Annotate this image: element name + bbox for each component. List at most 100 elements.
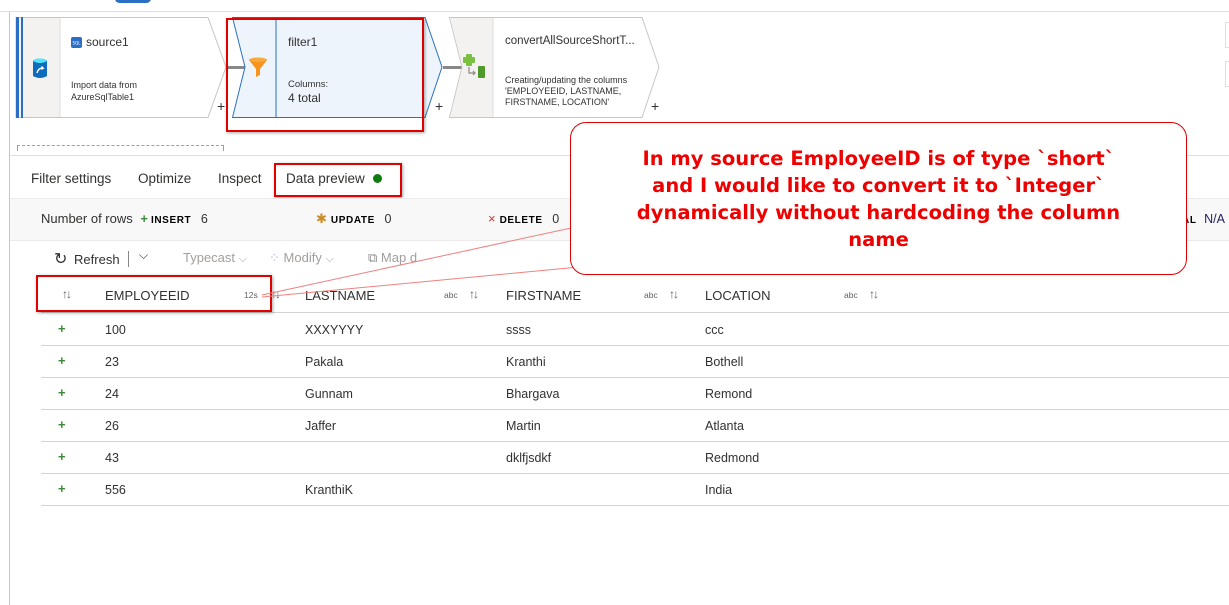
table-row: + 24 Gunnam Bhargava Remond — [41, 378, 1229, 410]
sort-icon[interactable]: ↑↓ — [869, 287, 879, 301]
tab-optimize[interactable]: Optimize — [138, 171, 191, 186]
sort-icon[interactable]: ↑↓ — [469, 287, 479, 301]
table-row: + 43 dklfjsdkf Redmond — [41, 442, 1229, 474]
tab-inspect[interactable]: Inspect — [218, 171, 262, 186]
cell-lastname: XXXYYYY — [305, 323, 364, 337]
pipeline-node-source1[interactable]: SQL source1 Import data from AzureSqlTab… — [15, 17, 230, 119]
cell-employeeid: 26 — [105, 419, 119, 433]
panel-border — [9, 12, 10, 605]
node-title: convertAllSourceShortT... — [505, 35, 635, 47]
highlight-box — [226, 18, 424, 132]
refresh-label: Refresh — [74, 252, 120, 267]
cell-location: India — [705, 483, 733, 497]
update-key: UPDATE — [330, 215, 375, 226]
insert-row-icon: + — [58, 353, 66, 368]
map-drifted-label: Map d — [380, 250, 418, 265]
annotation-line: dynamically without hardcoding the colum… — [636, 201, 1121, 224]
add-transform-button[interactable]: + — [435, 99, 443, 113]
cell-employeeid: 24 — [105, 387, 119, 401]
cell-location: Atlanta — [705, 419, 744, 433]
other-count: N/A — [1204, 212, 1225, 226]
update-count: 0 — [384, 212, 392, 226]
cell-lastname: KranthiK — [305, 483, 353, 497]
modify-button[interactable]: ⁘ Modify ⌵ — [269, 250, 334, 266]
refresh-options-dropdown[interactable]: ⌵ — [139, 248, 148, 263]
cell-lastname: Pakala — [305, 355, 344, 369]
canvas-fit-control[interactable] — [1225, 61, 1229, 87]
table-row: + 100 XXXYYYY ssss ccc — [41, 314, 1229, 346]
sort-icon[interactable]: ↑↓ — [271, 287, 281, 301]
cell-location: Redmond — [705, 451, 760, 465]
insert-row-icon: + — [58, 385, 66, 400]
map-drifted-icon: ⧉ — [368, 250, 378, 265]
chevron-down-icon: ⌵ — [325, 253, 334, 265]
highlight-box — [36, 275, 272, 312]
table-row: + 556 KranthiK India — [41, 474, 1229, 506]
modify-label: Modify — [283, 250, 322, 265]
cell-location: Remond — [705, 387, 753, 401]
map-drifted-button[interactable]: ⧉ Map d — [368, 250, 417, 266]
node-description-line: 'EMPLOYEEID, LASTNAME, — [505, 86, 622, 96]
annotation-line: and I would like to convert it to `Integ… — [652, 174, 1105, 197]
delete-icon: × — [488, 211, 496, 226]
node-description-line: Creating/updating the columns — [505, 75, 628, 85]
cell-lastname: Jaffer — [305, 419, 337, 433]
typecast-label: Typecast — [183, 250, 236, 265]
node-title: source1 — [86, 35, 129, 49]
cell-employeeid: 43 — [105, 451, 119, 465]
type-tag: abc — [444, 290, 458, 300]
delete-summary: × DELETE 0 — [488, 211, 559, 226]
node-description-line: Import data from — [71, 80, 138, 90]
node-description-line: FIRSTNAME, LOCATION' — [505, 97, 610, 107]
type-tag: abc — [844, 290, 858, 300]
insert-row-icon: + — [58, 321, 66, 336]
update-icon: ✱ — [316, 211, 327, 226]
annotation-line: In my source EmployeeID is of type `shor… — [642, 147, 1115, 170]
cell-location: ccc — [705, 323, 724, 337]
cell-firstname: Martin — [506, 419, 541, 433]
svg-text:SQL: SQL — [73, 41, 82, 46]
cell-location: Bothell — [705, 355, 744, 369]
pipeline-node-convert[interactable]: convertAllSourceShortT... Creating/updat… — [449, 17, 664, 119]
insert-key: INSERT — [150, 215, 192, 226]
highlight-box — [274, 163, 402, 197]
insert-row-icon: + — [58, 417, 66, 432]
annotation-text: In my source EmployeeID is of type `shor… — [571, 145, 1186, 253]
column-header-lastname[interactable]: LASTNAME — [305, 288, 375, 303]
update-summary: ✱ UPDATE 0 — [316, 211, 391, 227]
annotation-callout: In my source EmployeeID is of type `shor… — [570, 122, 1187, 275]
insert-count: 6 — [200, 212, 208, 226]
chevron-down-icon: ⌵ — [238, 253, 247, 265]
node-description-line: AzureSqlTable1 — [71, 92, 135, 102]
column-header-location[interactable]: LOCATION — [705, 288, 771, 303]
canvas-scrollbar[interactable] — [17, 145, 224, 151]
row-count-label: Number of rows + INSERT 6 — [41, 211, 208, 226]
column-header-firstname[interactable]: FIRSTNAME — [506, 288, 581, 303]
add-transform-button[interactable]: + — [651, 99, 659, 113]
refresh-button[interactable]: ↻ Refresh — [54, 249, 120, 269]
cell-employeeid: 100 — [105, 323, 126, 337]
cell-firstname: ssss — [506, 323, 531, 337]
canvas-zoom-control[interactable] — [1225, 22, 1229, 48]
insert-row-icon: + — [58, 449, 66, 464]
delete-key: DELETE — [499, 215, 543, 226]
toolbar-separator — [128, 251, 129, 267]
cell-firstname: Bhargava — [506, 387, 560, 401]
table-row: + 26 Jaffer Martin Atlanta — [41, 410, 1229, 442]
top-toolbar-button[interactable] — [115, 0, 151, 3]
tab-filter-settings[interactable]: Filter settings — [31, 171, 111, 186]
refresh-icon: ↻ — [54, 251, 68, 268]
summary-label: Number of rows — [41, 211, 133, 226]
table-row: + 23 Pakala Kranthi Bothell — [41, 346, 1229, 378]
typecast-button[interactable]: Typecast ⌵ — [183, 250, 247, 266]
annotation-line: name — [848, 228, 909, 251]
insert-row-icon: + — [58, 481, 66, 496]
insert-icon: + — [140, 211, 148, 226]
delete-count: 0 — [552, 212, 560, 226]
cell-employeeid: 556 — [105, 483, 126, 497]
sort-icon[interactable]: ↑↓ — [669, 287, 679, 301]
cell-firstname: Kranthi — [506, 355, 546, 369]
modify-icon: ⁘ — [269, 250, 280, 265]
add-transform-button[interactable]: + — [217, 99, 225, 113]
type-tag: abc — [644, 290, 658, 300]
